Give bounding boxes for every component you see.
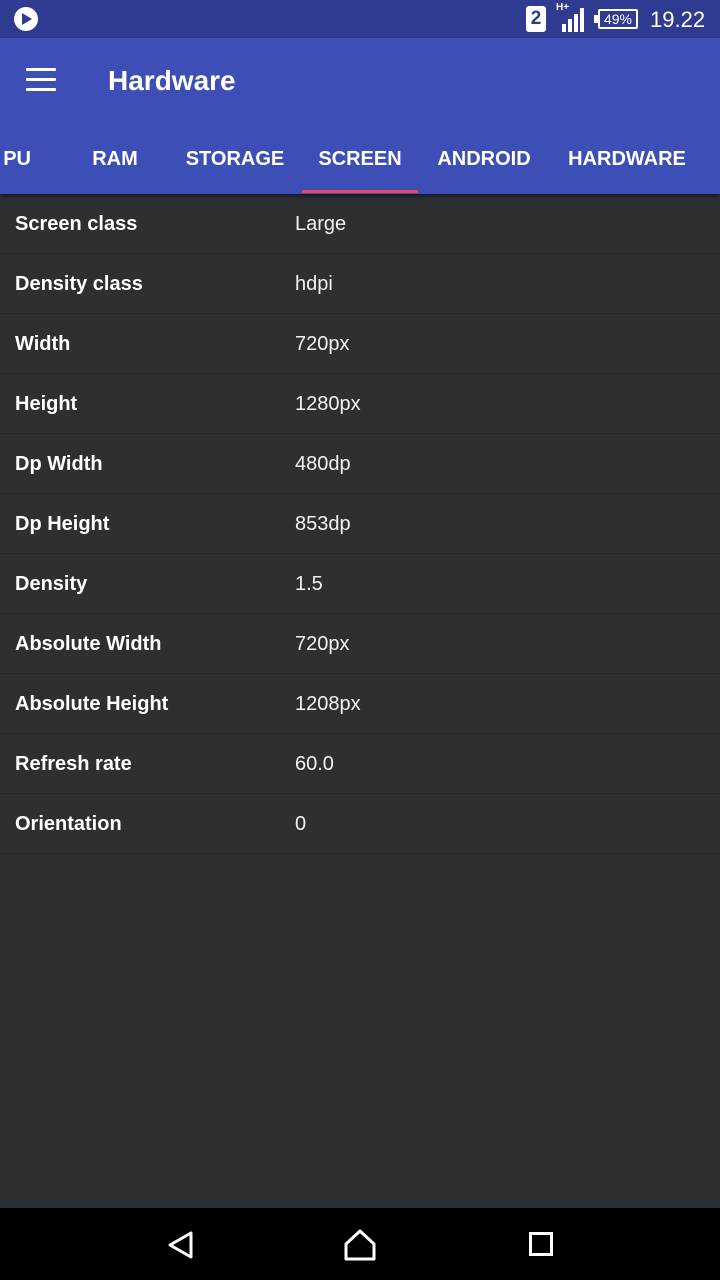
list-item: Width 720px [0,314,720,374]
item-label: Screen class [15,213,138,235]
item-value: 0 [295,813,307,835]
item-label: Density [15,573,88,595]
item-label: Dp Width [15,453,103,475]
item-value: 853dp [295,513,351,535]
item-label: Width [15,333,71,355]
list-item: Refresh rate 60.0 [0,734,720,794]
item-label: Density class [15,273,143,295]
sim-slot-badge: 2 [526,6,546,32]
item-label: Absolute Width [15,633,162,655]
tab-hardware[interactable]: HARDWARE [550,136,704,194]
recent-apps-icon[interactable] [529,1232,553,1256]
list-item: Orientation 0 [0,794,720,854]
item-value: 720px [295,633,350,655]
app-bar: Hardware PU RAM STORAGE SCREEN ANDROID H… [0,38,720,194]
item-value: 480dp [295,453,351,475]
list-item: Screen class Large [0,194,720,254]
tab-storage[interactable]: STORAGE [168,136,302,194]
battery-indicator: 49% [594,9,638,29]
app-notification-icon [14,7,38,31]
list-item: Dp Height 853dp [0,494,720,554]
screen-info-list: Screen class Large Density class hdpi Wi… [0,194,720,854]
item-label: Orientation [15,813,122,835]
status-bar: 2 H+ 49% 19.22 [0,0,720,38]
list-item: Absolute Width 720px [0,614,720,674]
tab-bar: PU RAM STORAGE SCREEN ANDROID HARDWARE [0,136,720,194]
system-navigation-bar [0,1208,720,1280]
list-item: Density class hdpi [0,254,720,314]
selected-tab-indicator [302,190,418,193]
list-item: Dp Width 480dp [0,434,720,494]
list-item: Absolute Height 1208px [0,674,720,734]
item-value: 60.0 [295,753,334,775]
tab-android[interactable]: ANDROID [418,136,550,194]
item-value: Large [295,213,347,235]
item-label: Refresh rate [15,753,132,775]
hamburger-menu-icon[interactable] [26,68,58,92]
page-title: Hardware [108,65,236,96]
item-label: Dp Height [15,513,110,535]
item-value: hdpi [295,273,333,295]
status-time: 19.22 [650,7,706,32]
item-value: 1.5 [295,573,323,595]
item-value: 1280px [295,393,361,415]
list-item: Height 1280px [0,374,720,434]
tab-screen[interactable]: SCREEN [302,136,418,194]
item-value: 1208px [295,693,361,715]
back-icon[interactable] [166,1230,196,1260]
home-icon[interactable] [343,1228,377,1262]
signal-strength-icon [562,8,584,32]
item-label: Height [15,393,78,415]
list-item: Density 1.5 [0,554,720,614]
tab-cpu[interactable]: PU [0,136,62,194]
tab-ram[interactable]: RAM [62,136,168,194]
item-label: Absolute Height [15,693,169,715]
item-value: 720px [295,333,350,355]
